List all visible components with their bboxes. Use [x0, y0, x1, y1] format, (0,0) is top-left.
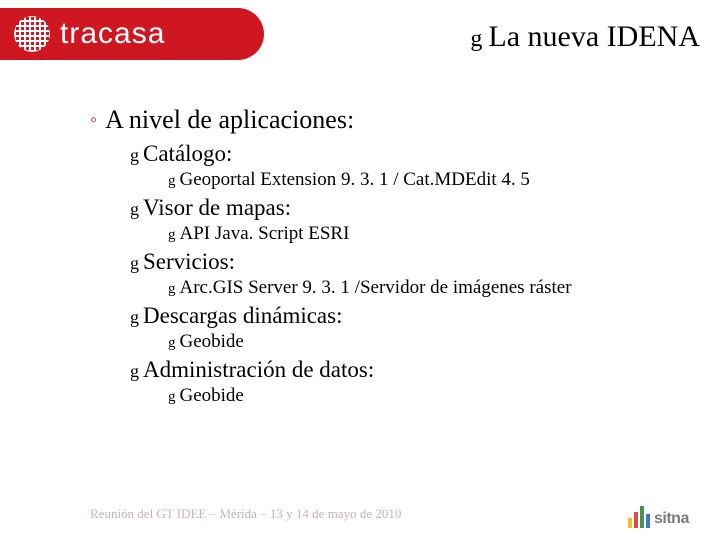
- title-bullet-icon: g: [470, 26, 482, 52]
- title-text: La nueva IDENA: [488, 20, 700, 53]
- script-bullet-icon: g: [130, 253, 139, 273]
- item-label: Catálogo:: [143, 141, 232, 166]
- script-bullet-icon: g: [168, 335, 176, 351]
- sitna-logo: sitna: [628, 488, 706, 528]
- script-bullet-icon: g: [130, 307, 139, 327]
- logo: tracasa: [0, 8, 264, 60]
- item-label: Servicios:: [143, 249, 235, 274]
- item-detail: Geobide: [180, 385, 244, 406]
- item-catalogo: gCatálogo:: [130, 141, 700, 167]
- content-body: ◦A nivel de aplicaciones: gCatálogo: gGe…: [90, 105, 700, 409]
- heading-level1: ◦ A nivel de aplicaciones:: [90, 105, 700, 135]
- item-visor-detail: gAPI Java. Script ESRI: [168, 223, 700, 245]
- script-bullet-icon: g: [168, 227, 176, 243]
- logo-text: tracasa: [60, 17, 165, 51]
- item-descargas: gDescargas dinámicas:: [130, 303, 700, 329]
- bullet-circle-icon: ◦: [90, 109, 97, 131]
- item-admin: gAdministración de datos:: [130, 357, 700, 383]
- item-label: Descargas dinámicas:: [143, 303, 342, 328]
- item-admin-detail: gGeobide: [168, 385, 700, 407]
- item-detail: API Java. Script ESRI: [180, 223, 350, 244]
- slide-title: gLa nueva IDENA: [300, 20, 700, 54]
- item-visor: gVisor de mapas:: [130, 195, 700, 221]
- script-bullet-icon: g: [130, 199, 139, 219]
- script-bullet-icon: g: [168, 173, 176, 189]
- item-detail: Arc.GIS Server 9. 3. 1 /Servidor de imág…: [180, 277, 572, 298]
- item-servicios: gServicios:: [130, 249, 700, 275]
- item-catalogo-detail: gGeoportal Extension 9. 3. 1 / Cat.MDEdi…: [168, 169, 700, 191]
- sitna-bars-icon: [628, 502, 650, 528]
- item-label: Administración de datos:: [143, 357, 374, 382]
- item-detail: Geobide: [180, 331, 244, 352]
- footer-text: Reunión del GT IDEE – Mérida – 13 y 14 d…: [90, 506, 401, 522]
- script-bullet-icon: g: [130, 145, 139, 165]
- script-bullet-icon: g: [168, 281, 176, 297]
- heading-text: A nivel de aplicaciones:: [105, 105, 354, 134]
- script-bullet-icon: g: [130, 361, 139, 381]
- globe-icon: [14, 16, 50, 52]
- sitna-text: sitna: [654, 510, 689, 528]
- item-label: Visor de mapas:: [143, 195, 291, 220]
- item-descargas-detail: gGeobide: [168, 331, 700, 353]
- script-bullet-icon: g: [168, 389, 176, 405]
- item-servicios-detail: gArc.GIS Server 9. 3. 1 /Servidor de imá…: [168, 277, 700, 299]
- item-detail: Geoportal Extension 9. 3. 1 / Cat.MDEdit…: [180, 169, 530, 190]
